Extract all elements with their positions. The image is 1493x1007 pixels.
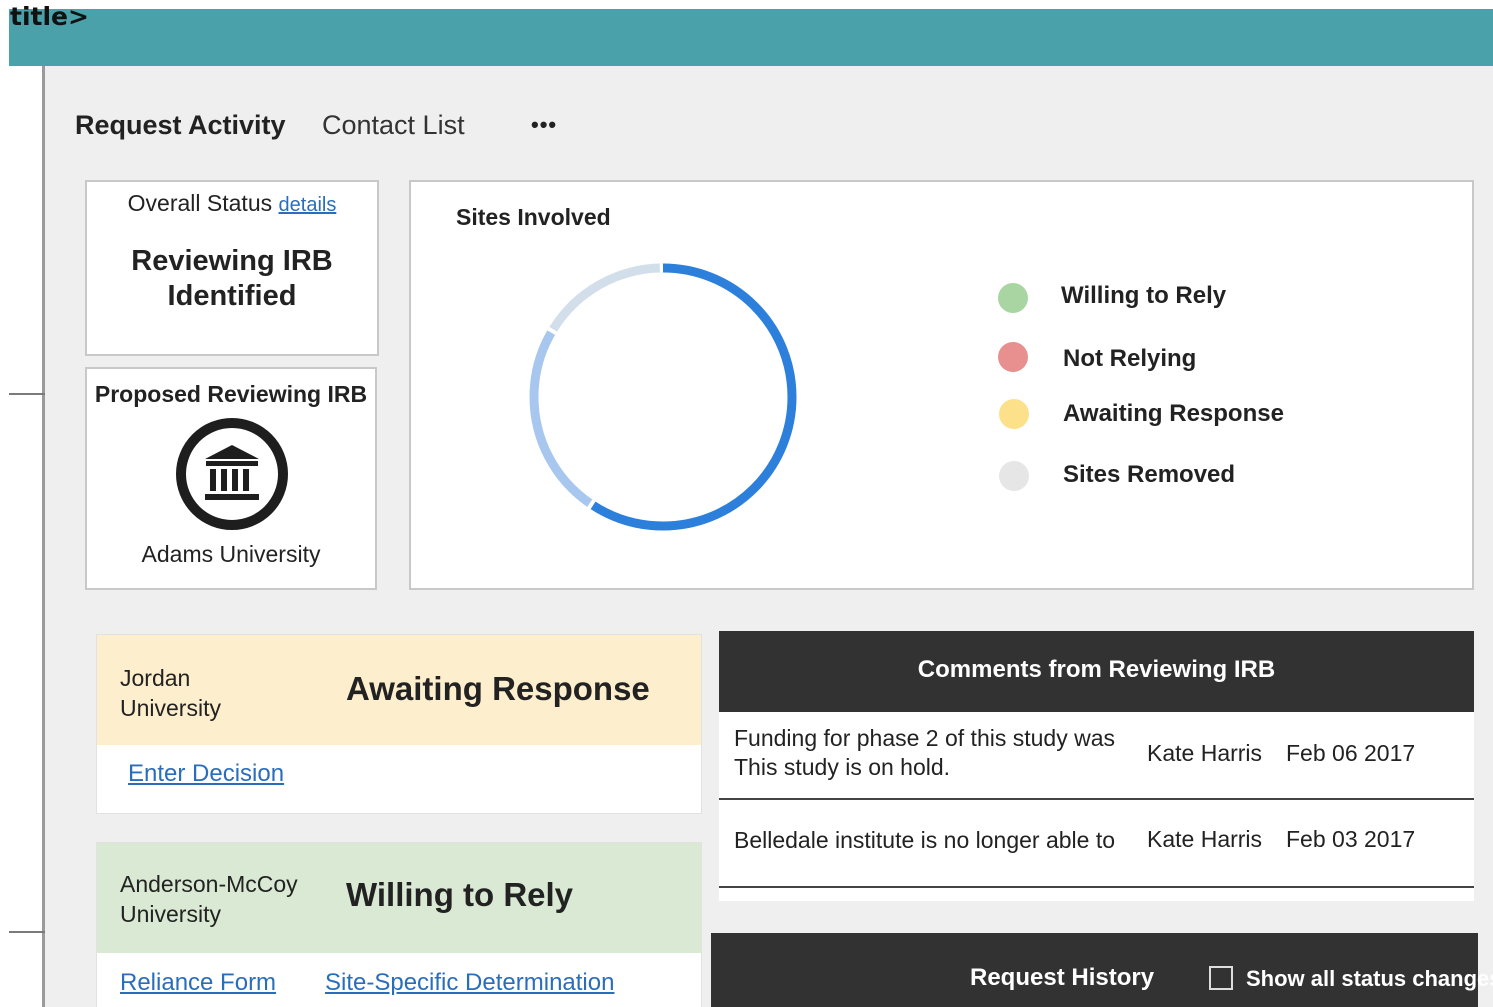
proposed-irb-card: Proposed Reviewing IRB Adams University (85, 367, 377, 590)
institution-icon (176, 418, 288, 530)
overall-status-card: Overall Status details Reviewing IRB Ide… (85, 180, 379, 356)
tab-request-activity[interactable]: Request Activity (75, 108, 286, 142)
sites-involved-title: Sites Involved (456, 204, 611, 230)
comment-date: Feb 06 2017 (1286, 740, 1416, 766)
legend-dot-awaiting (999, 399, 1029, 429)
reliance-form-link[interactable]: Reliance Form (120, 969, 276, 997)
site-name: Anderson-McCoy University (120, 869, 298, 929)
show-status-changes-checkbox[interactable] (1209, 966, 1233, 990)
site-name-line: Jordan (120, 665, 191, 691)
proposed-irb-heading: Proposed Reviewing IRB (94, 381, 368, 407)
sites-donut-chart (529, 263, 797, 531)
site-name-line: University (120, 695, 221, 721)
comments-panel: Comments from Reviewing IRB Funding for … (719, 631, 1474, 901)
site-name-line: Anderson-McCoy (120, 871, 298, 897)
details-link[interactable]: details (279, 194, 337, 216)
legend-dot-willing (998, 283, 1028, 313)
comment-author: Kate Harris (1147, 826, 1263, 852)
legend-dot-removed (999, 461, 1029, 491)
show-status-changes-label[interactable]: Show all status changes (1246, 966, 1493, 992)
site-name: Jordan University (120, 663, 221, 723)
request-history-header: Request History Show all status changes (711, 933, 1493, 1007)
stray-title-text: title> (10, 2, 89, 31)
legend-label-removed: Sites Removed (1063, 461, 1236, 488)
comment-row[interactable]: Belledale institute is no longer able to… (719, 800, 1474, 888)
site-status-label: Awaiting Response (346, 670, 650, 707)
site-specific-determination-link[interactable]: Site-Specific Determination (325, 969, 614, 997)
comment-text-line: This study is on hold. (734, 754, 951, 780)
site-name-line: University (120, 901, 221, 927)
top-bar (9, 9, 1493, 66)
sites-involved-card: Sites Involved Willing to Rely Not Relyi… (409, 180, 1474, 590)
overall-status-heading: Overall Status details (87, 190, 377, 217)
comment-author: Kate Harris (1147, 740, 1263, 766)
site-card-jordan: Jordan University Awaiting Response Ente… (97, 635, 701, 813)
site-status-label: Willing to Rely (346, 876, 574, 913)
site-status-header: Anderson-McCoy University Willing to Rel… (97, 843, 701, 953)
legend-label-willing: Willing to Rely (1061, 282, 1227, 309)
more-options-icon[interactable]: ••• (531, 108, 557, 142)
site-card-anderson-mccoy: Anderson-McCoy University Willing to Rel… (97, 843, 701, 1007)
tab-contact-list[interactable]: Contact List (322, 108, 465, 142)
legend-label-awaiting: Awaiting Response (1063, 400, 1284, 427)
legend-dot-not-relying (998, 342, 1028, 372)
comment-text: Belledale institute is no longer able to (734, 827, 1116, 853)
comment-date: Feb 03 2017 (1286, 826, 1416, 852)
comment-row[interactable]: Funding for phase 2 of this study was Th… (719, 712, 1474, 800)
rail-tick (9, 931, 47, 933)
site-status-header: Jordan University Awaiting Response (97, 635, 701, 745)
comment-text-line: Funding for phase 2 of this study was (734, 725, 1115, 751)
overall-status-value: Reviewing IRB Identified (87, 244, 377, 314)
request-history-title: Request History (970, 964, 1155, 991)
comments-title: Comments from Reviewing IRB (719, 631, 1474, 712)
rail-tick (9, 393, 47, 395)
proposed-irb-name: Adams University (141, 541, 321, 567)
overall-status-label: Overall Status (127, 190, 273, 216)
status-value-line: Identified (167, 280, 297, 312)
legend-label-not-relying: Not Relying (1063, 345, 1197, 372)
enter-decision-link[interactable]: Enter Decision (128, 760, 284, 788)
comment-text: Funding for phase 2 of this study was Th… (734, 724, 1134, 782)
status-value-line: Reviewing IRB (131, 245, 333, 277)
